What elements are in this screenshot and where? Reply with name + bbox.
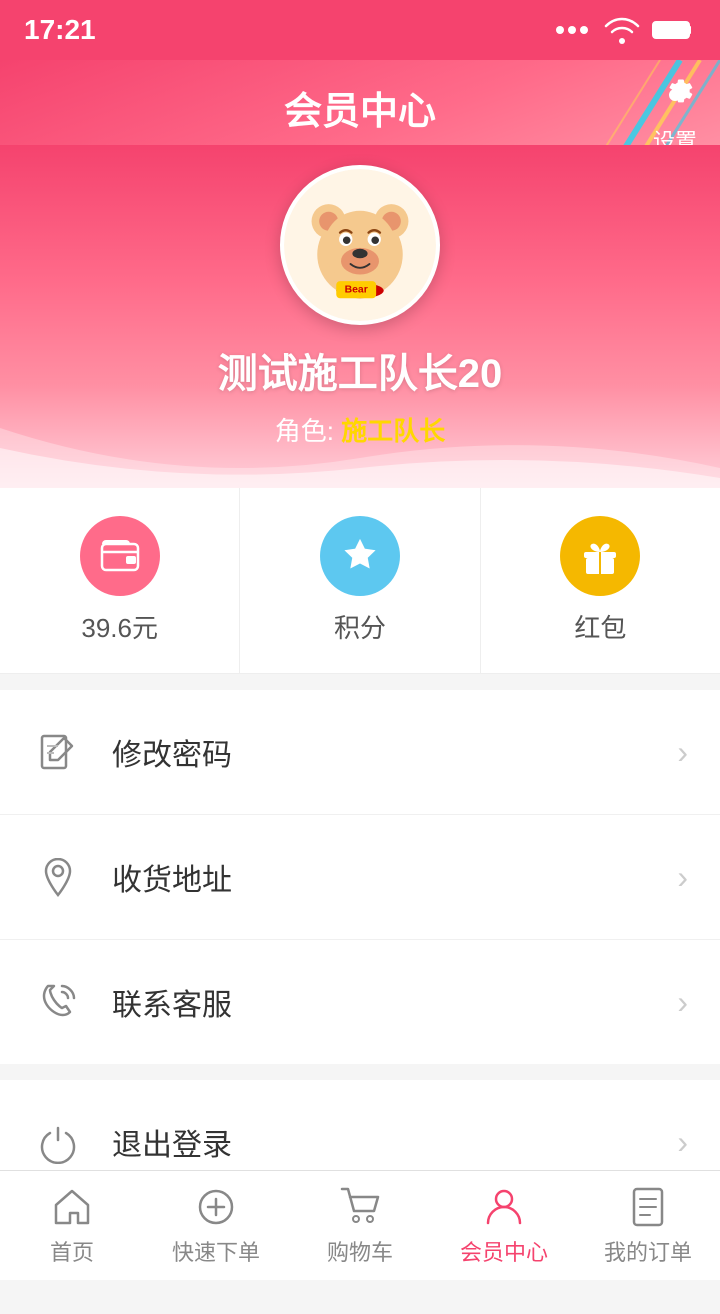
nav-home[interactable]: 首页	[0, 1171, 144, 1280]
edit-icon	[36, 730, 80, 774]
menu-section: 修改密码 › 收货地址 › 联系客服 ›	[0, 690, 720, 1064]
menu-item-change-password[interactable]: 修改密码 ›	[0, 690, 720, 815]
nav-member[interactable]: 会员中心	[432, 1171, 576, 1280]
gear-icon	[650, 70, 700, 120]
wave-decoration	[0, 428, 720, 488]
home-icon	[50, 1185, 94, 1229]
stat-coupon[interactable]: 红包	[481, 488, 720, 673]
header-top: 会员中心 设置	[0, 60, 720, 145]
customer-service-text: 联系客服	[112, 980, 677, 1024]
location-icon	[36, 855, 80, 899]
nav-member-label: 会员中心	[460, 1235, 548, 1267]
username: 测试施工队长20	[218, 341, 503, 399]
arrow-icon-2: ›	[677, 984, 688, 1021]
svg-text:Bear: Bear	[345, 285, 368, 296]
power-icon	[36, 1120, 80, 1164]
cart-icon	[338, 1185, 382, 1229]
wallet-icon-wrap	[80, 516, 160, 596]
phone-icon	[36, 980, 80, 1024]
nav-cart[interactable]: 购物车	[288, 1171, 432, 1280]
nav-quick-order[interactable]: 快速下单	[144, 1171, 288, 1280]
status-time: 17:21	[24, 14, 96, 46]
profile-section: Bear 测试施工队长20 角色: 施工队长	[0, 145, 720, 488]
battery-icon	[652, 19, 696, 41]
header-title: 会员中心	[284, 80, 436, 135]
status-icons	[556, 16, 696, 44]
arrow-icon-logout: ›	[677, 1124, 688, 1161]
nav-orders[interactable]: 我的订单	[576, 1171, 720, 1280]
header: 会员中心 设置	[0, 60, 720, 145]
nav-orders-label: 我的订单	[604, 1235, 692, 1267]
bear-avatar-image: Bear	[284, 169, 436, 321]
wifi-icon	[604, 16, 640, 44]
power-icon-wrap	[32, 1116, 84, 1168]
signal-icon	[556, 22, 592, 38]
settings-label: 设置	[653, 124, 697, 145]
nav-cart-label: 购物车	[327, 1235, 393, 1267]
stat-wallet[interactable]: 39.6元	[0, 488, 240, 673]
points-label: 积分	[334, 608, 386, 645]
nav-home-label: 首页	[50, 1235, 94, 1267]
user-icon	[482, 1185, 526, 1229]
logout-text: 退出登录	[112, 1120, 677, 1164]
address-text: 收货地址	[112, 855, 677, 899]
stat-points[interactable]: 积分	[240, 488, 480, 673]
settings-button[interactable]: 设置	[650, 70, 700, 145]
phone-icon-wrap	[32, 976, 84, 1028]
edit-icon-wrap	[32, 726, 84, 778]
menu-item-customer-service[interactable]: 联系客服 ›	[0, 940, 720, 1064]
bottom-nav: 首页 快速下单 购物车 会员中心 我的订	[0, 1170, 720, 1280]
orders-icon	[626, 1185, 670, 1229]
gift-icon	[578, 534, 622, 578]
menu-item-address[interactable]: 收货地址 ›	[0, 815, 720, 940]
plus-circle-icon	[194, 1185, 238, 1229]
arrow-icon-1: ›	[677, 859, 688, 896]
change-password-text: 修改密码	[112, 730, 677, 774]
nav-quick-order-label: 快速下单	[172, 1235, 260, 1267]
status-bar: 17:21	[0, 0, 720, 60]
star-icon-wrap	[320, 516, 400, 596]
wallet-value: 39.6元	[81, 608, 158, 645]
star-icon	[338, 534, 382, 578]
avatar: Bear	[280, 165, 440, 325]
gift-icon-wrap	[560, 516, 640, 596]
location-icon-wrap	[32, 851, 84, 903]
arrow-icon-0: ›	[677, 734, 688, 771]
coupon-label: 红包	[574, 608, 626, 645]
stats-row: 39.6元 积分 红包	[0, 488, 720, 674]
wallet-icon	[98, 534, 142, 578]
